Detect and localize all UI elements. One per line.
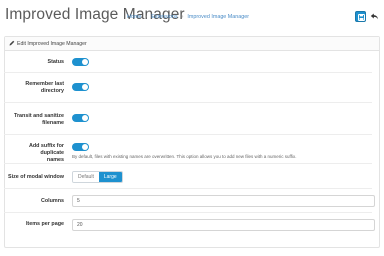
breadcrumb: Home › Extensions › Improved Image Manager [127, 14, 249, 20]
suffix-label-line1: Add suffix for duplicate [28, 143, 64, 156]
breadcrumb-home[interactable]: Home [127, 14, 141, 20]
columns-label: Columns [40, 198, 64, 204]
reply-icon [370, 13, 378, 20]
suffix-label-line2: names [46, 157, 64, 163]
duplicate-suffix-toggle[interactable] [72, 143, 89, 151]
page-header: Improved Image Manager Home › Extensions › I… [0, 0, 384, 34]
toggle-knob [82, 144, 88, 150]
breadcrumb-separator-icon: › [181, 14, 184, 20]
modal-size-selector: Default Large [72, 171, 123, 183]
columns-input[interactable]: 5 [72, 195, 375, 207]
panel-title: Edit Improved Image Manager [17, 41, 87, 47]
save-icon [358, 14, 365, 21]
back-button[interactable] [369, 11, 380, 22]
transit-label-line1: Transit and sanitize [13, 113, 64, 119]
items-per-page-label: Items per page [25, 221, 64, 227]
transit-label-line2: filename [42, 120, 64, 126]
modal-size-default-option[interactable]: Default [73, 172, 99, 182]
remember-label-line1: Remember last [25, 81, 64, 87]
suffix-label: Add suffix for duplicate names [4, 143, 64, 164]
modal-size-large-option[interactable]: Large [98, 172, 122, 182]
status-toggle[interactable] [72, 58, 89, 66]
breadcrumb-current[interactable]: Improved Image Manager [187, 14, 249, 20]
remember-directory-toggle[interactable] [72, 83, 89, 91]
save-button[interactable] [355, 11, 366, 22]
pencil-icon [9, 40, 15, 46]
status-label: Status [47, 59, 64, 65]
remember-label: Remember last directory [4, 81, 64, 95]
suffix-help-text: By default, files with existing names ar… [72, 154, 297, 159]
remember-label-line2: directory [40, 88, 64, 94]
toggle-knob [82, 84, 88, 90]
transit-sanitize-toggle[interactable] [72, 114, 89, 122]
toggle-knob [82, 115, 88, 121]
modal-size-label: Size of modal window [7, 174, 64, 180]
breadcrumb-extensions[interactable]: Extensions [151, 14, 177, 20]
items-per-page-input[interactable]: 20 [72, 219, 375, 231]
transit-label: Transit and sanitize filename [4, 113, 64, 127]
toggle-knob [82, 59, 88, 65]
panel-heading: Edit Improved Image Manager [5, 37, 379, 51]
breadcrumb-separator-icon: › [145, 14, 148, 20]
